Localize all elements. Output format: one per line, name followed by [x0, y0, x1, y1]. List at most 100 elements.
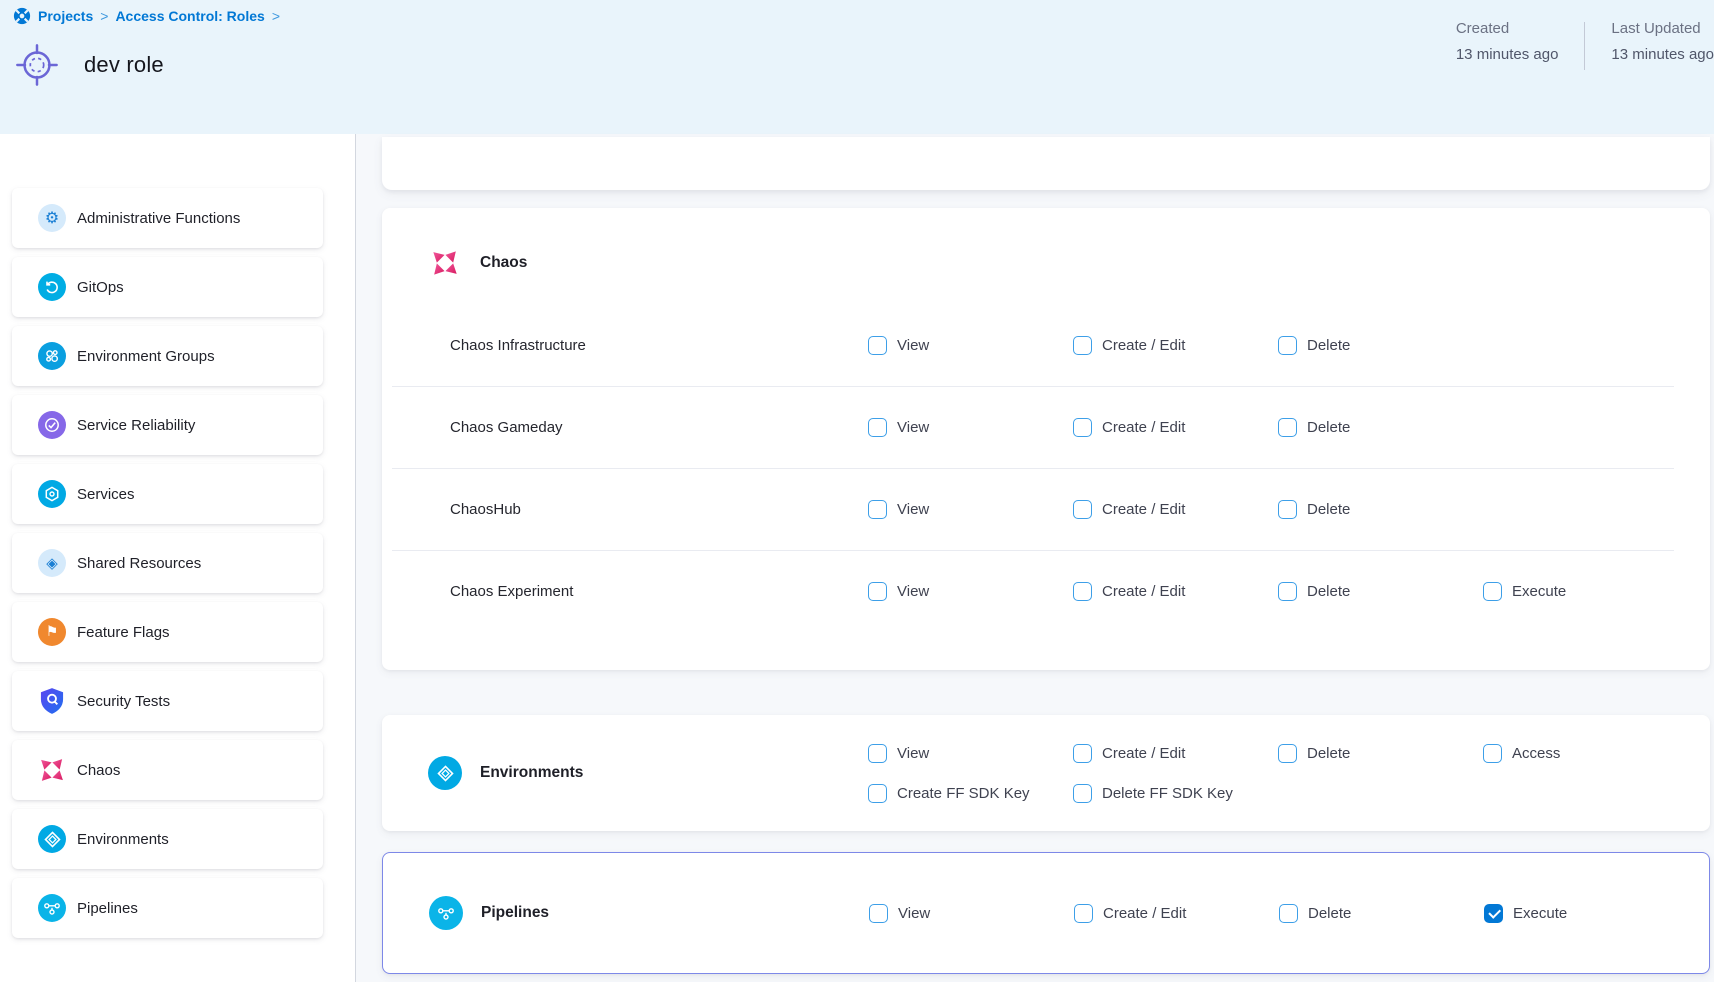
perm-create-edit[interactable]: Create / Edit [1074, 904, 1279, 923]
resource-sidebar: ⚙Administrative Functions GitOps Environme… [0, 134, 356, 982]
perm-execute[interactable]: Execute [1483, 582, 1688, 601]
perm-create-edit[interactable]: Create / Edit [1073, 744, 1278, 763]
sidebar-item-feature-flags[interactable]: ⚑Feature Flags [12, 602, 323, 662]
resource-label: Chaos Experiment [450, 583, 868, 600]
sidebar-item-chaos[interactable]: Chaos [12, 740, 323, 800]
checkbox[interactable] [869, 904, 888, 923]
breadcrumb: Projects > Access Control: Roles > [13, 7, 280, 25]
sidebar-item-administrative-functions[interactable]: ⚙Administrative Functions [12, 188, 323, 248]
breadcrumb-link-access-control-roles[interactable]: Access Control: Roles [115, 8, 264, 24]
checkbox[interactable] [1278, 418, 1297, 437]
checkbox[interactable] [1483, 582, 1502, 601]
perm-label: View [897, 419, 929, 436]
checkbox[interactable] [1073, 744, 1092, 763]
access-control-role-page: Projects>Access Control: Roles> dev role… [0, 0, 1714, 982]
perm-delete[interactable]: Delete [1279, 904, 1484, 923]
perm-create-edit[interactable]: Create / Edit [1073, 582, 1278, 601]
sidebar-item-environments[interactable]: Environments [12, 809, 323, 869]
checkbox[interactable] [1074, 904, 1093, 923]
checkbox[interactable] [868, 418, 887, 437]
environment-groups-icon [38, 342, 66, 370]
resource-row-chaos-experiment: Chaos ExperimentViewCreate / EditDelete E… [392, 550, 1674, 632]
checkbox[interactable] [1073, 418, 1092, 437]
perm-label: View [897, 745, 929, 762]
sidebar-item-service-reliability[interactable]: Service Reliability [12, 395, 323, 455]
perm-label: Create / Edit [1102, 745, 1185, 762]
perm-label: Delete [1308, 905, 1351, 922]
sidebar-item-label: Pipelines [77, 900, 138, 917]
pipelines-icon [38, 894, 66, 922]
checkbox[interactable] [868, 744, 887, 763]
card-chaos: ChaosChaos InfrastructureViewCreate / Ed… [382, 208, 1710, 670]
card-title: Pipelines [481, 904, 549, 922]
breadcrumb-separator: > [272, 8, 280, 24]
perm-view[interactable]: View [869, 904, 1074, 923]
perm-delete[interactable]: Delete [1278, 418, 1483, 437]
meta-divider [1584, 22, 1585, 70]
gitops-icon [38, 273, 66, 301]
environments-icon [38, 825, 66, 853]
sidebar-item-label: Security Tests [77, 693, 170, 710]
module-row: Pipelines View Create / Edit Delete Execute [383, 853, 1709, 973]
checkbox[interactable] [1073, 336, 1092, 355]
sidebar-item-label: Service Reliability [77, 417, 195, 434]
checkbox[interactable] [868, 500, 887, 519]
perm-delete[interactable]: Delete [1278, 582, 1483, 601]
target-icon [14, 42, 60, 88]
checkbox[interactable] [1278, 336, 1297, 355]
permission-lines: View Create / Edit DeleteAccess Create FF S… [868, 733, 1688, 813]
perm-label: Delete [1307, 501, 1350, 518]
perm-view[interactable]: View [868, 418, 1073, 437]
perm-create-edit[interactable]: Create / Edit [1073, 336, 1278, 355]
perm-delete[interactable]: Delete [1278, 336, 1483, 355]
checkbox[interactable] [868, 582, 887, 601]
perm-delete[interactable]: Delete [1278, 744, 1483, 763]
perm-delete[interactable]: Delete [1278, 500, 1483, 519]
breadcrumb-separator: > [100, 8, 108, 24]
checkbox[interactable] [1278, 582, 1297, 601]
perm-access[interactable]: Access [1483, 744, 1688, 763]
perm-create-ff-sdk-key[interactable]: Create FF SDK Key [868, 784, 1073, 803]
checkbox[interactable] [1278, 744, 1297, 763]
flag-icon: ⚑ [38, 618, 66, 646]
perm-label: Execute [1512, 583, 1566, 600]
sidebar-item-environment-groups[interactable]: Environment Groups [12, 326, 323, 386]
perm-view[interactable]: View [868, 336, 1073, 355]
checkbox[interactable] [1483, 744, 1502, 763]
sidebar-item-shared-resources[interactable]: ◈Shared Resources [12, 533, 323, 593]
perm-execute[interactable]: Execute [1484, 904, 1689, 923]
checkbox[interactable] [1073, 784, 1092, 803]
sidebar-item-gitops[interactable]: GitOps [12, 257, 323, 317]
checkbox[interactable] [1279, 904, 1298, 923]
partial-card-above [382, 137, 1710, 190]
perm-view[interactable]: View [868, 744, 1073, 763]
checkbox[interactable] [868, 784, 887, 803]
sidebar-item-label: Shared Resources [77, 555, 201, 572]
perm-view[interactable]: View [868, 582, 1073, 601]
perm-view[interactable]: View [868, 500, 1073, 519]
perm-create-edit[interactable]: Create / Edit [1073, 500, 1278, 519]
checkbox[interactable] [1278, 500, 1297, 519]
sidebar-item-label: Environment Groups [77, 348, 215, 365]
perm-delete-ff-sdk-key[interactable]: Delete FF SDK Key [1073, 784, 1278, 803]
sidebar-item-pipelines[interactable]: Pipelines [12, 878, 323, 938]
sidebar-item-services[interactable]: Services [12, 464, 323, 524]
resource-label: Chaos Infrastructure [450, 337, 868, 354]
breadcrumb-link-projects[interactable]: Projects [38, 8, 93, 24]
perm-create-edit[interactable]: Create / Edit [1073, 418, 1278, 437]
permissions: Create FF SDK Key Delete FF SDK Key [868, 773, 1688, 813]
perm-label: Create / Edit [1103, 905, 1186, 922]
perm-label: Create FF SDK Key [897, 785, 1030, 802]
checked-checkbox[interactable] [1484, 904, 1503, 923]
sidebar-item-security-tests[interactable]: Security Tests [12, 671, 323, 731]
pipelines-icon [429, 896, 463, 930]
checkbox[interactable] [1073, 582, 1092, 601]
target-icon [14, 42, 60, 88]
card-pipelines: Pipelines View Create / Edit Delete Execute [382, 852, 1710, 974]
service-reliability-icon [38, 411, 66, 439]
permissions: ViewCreate / EditDelete Execute [868, 572, 1688, 612]
page-header: Projects>Access Control: Roles> dev role… [0, 0, 1714, 134]
perm-label: Delete [1307, 419, 1350, 436]
checkbox[interactable] [868, 336, 887, 355]
checkbox[interactable] [1073, 500, 1092, 519]
